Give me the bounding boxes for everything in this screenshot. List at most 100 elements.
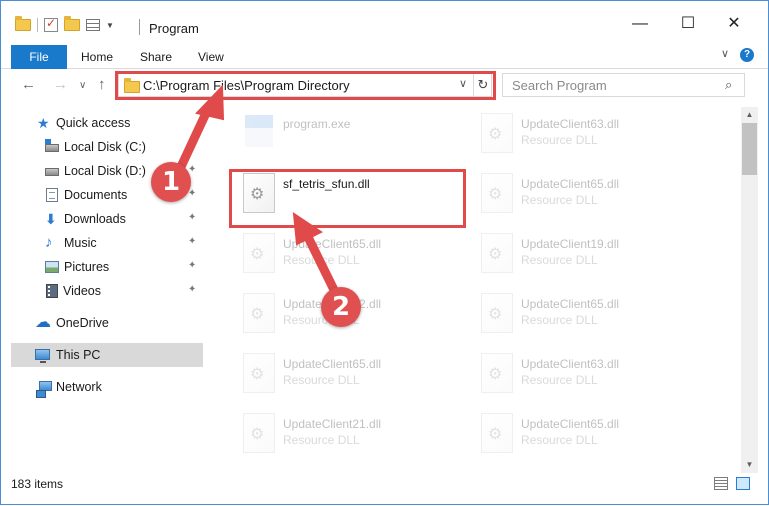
- tab-home[interactable]: Home: [81, 45, 113, 69]
- forward-arrow-icon[interactable]: →: [53, 76, 68, 93]
- sidebar-item-label: Downloads: [64, 212, 126, 226]
- title-bar: ▼ Program — ☐ ✕: [1, 1, 768, 41]
- title-separator: [139, 19, 140, 35]
- file-item[interactable]: UpdateClient65.dll Resource DLL: [233, 349, 473, 397]
- file-type: Resource DLL: [283, 373, 360, 387]
- pin-icon[interactable]: ✦: [188, 284, 196, 295]
- file-item[interactable]: UpdateClient65.dll Resource DLL: [471, 409, 711, 457]
- dll-file-icon: [481, 233, 513, 273]
- dll-file-icon: [243, 293, 275, 333]
- dll-file-icon: [481, 173, 513, 213]
- step-1-badge: 1: [151, 162, 191, 202]
- file-name: UpdateClient65.dll: [521, 417, 620, 431]
- sidebar-item-onedrive[interactable]: ☁ OneDrive: [1, 311, 206, 335]
- expand-ribbon-icon[interactable]: ∨: [721, 47, 729, 60]
- sidebar-item-label: Music: [64, 236, 97, 250]
- search-box[interactable]: Search Program ⌕: [502, 73, 745, 97]
- file-type: Resource DLL: [283, 433, 360, 447]
- sidebar-item-label: Local Disk (C:): [64, 140, 146, 154]
- sidebar-item-downloads[interactable]: ⬇ Downloads ✦: [1, 207, 206, 231]
- pictures-icon: [45, 261, 59, 273]
- sidebar-item-label: OneDrive: [56, 316, 109, 330]
- new-folder-icon[interactable]: [64, 16, 80, 31]
- file-item[interactable]: UpdateClient65.dll Resource DLL: [471, 289, 711, 337]
- file-type: Resource DLL: [521, 373, 598, 387]
- status-bar: 183 items: [1, 473, 768, 495]
- pin-icon[interactable]: ✦: [188, 212, 196, 223]
- dll-file-icon: [481, 413, 513, 453]
- pin-icon[interactable]: ✦: [188, 260, 196, 271]
- customize-view-icon[interactable]: [86, 19, 100, 31]
- sidebar-item-quick-access[interactable]: ★ Quick access: [1, 111, 206, 135]
- folder-icon: [15, 16, 31, 31]
- file-type: Resource DLL: [521, 433, 598, 447]
- file-explorer-window: ▼ Program — ☐ ✕ File Home Share View ∨ ?…: [0, 0, 769, 505]
- dll-file-icon: [481, 353, 513, 393]
- navigation-pane: ★ Quick access Local Disk (C:) ✦ Local D…: [1, 107, 206, 467]
- recent-locations-icon[interactable]: ∨: [79, 80, 86, 91]
- file-highlight: [229, 169, 466, 228]
- file-list: program.exe sf_tetris_sfun.dll UpdateCli…: [207, 107, 741, 467]
- vertical-scrollbar[interactable]: ▲ ▼: [741, 107, 758, 473]
- onedrive-icon: ☁: [35, 314, 51, 331]
- sidebar-item-pictures[interactable]: Pictures ✦: [1, 255, 206, 279]
- sidebar-item-videos[interactable]: Videos ✦: [1, 279, 206, 303]
- sidebar-item-label: Videos: [63, 284, 101, 298]
- this-pc-icon: [35, 349, 50, 363]
- file-item[interactable]: UpdateClient65.dll Resource DLL: [233, 229, 473, 277]
- sidebar-item-label: Pictures: [64, 260, 110, 274]
- sidebar-item-local-disk-c[interactable]: Local Disk (C:) ✦: [1, 135, 206, 159]
- sidebar-item-music[interactable]: ♪ Music ✦: [1, 231, 206, 255]
- properties-check-icon[interactable]: [44, 16, 58, 32]
- help-icon[interactable]: ?: [740, 48, 754, 62]
- videos-icon: [46, 284, 58, 298]
- sidebar-item-this-pc[interactable]: This PC: [11, 343, 203, 367]
- scrollbar-thumb[interactable]: [742, 123, 757, 175]
- file-item-program-exe[interactable]: program.exe: [233, 109, 473, 157]
- file-item[interactable]: UpdateClient63.dll Resource DLL: [471, 349, 711, 397]
- dll-file-icon: [243, 413, 275, 453]
- pin-icon[interactable]: ✦: [188, 140, 196, 151]
- back-arrow-icon[interactable]: ←: [21, 76, 36, 93]
- file-type: Resource DLL: [521, 253, 598, 267]
- scroll-down-icon[interactable]: ▼: [741, 457, 758, 473]
- ribbon-tabs: File Home Share View ∨ ?: [1, 42, 768, 69]
- file-item[interactable]: UpdateClient21.dll Resource DLL: [233, 409, 473, 457]
- music-icon: ♪: [45, 234, 53, 251]
- dll-file-icon: [481, 293, 513, 333]
- dll-file-icon: [481, 113, 513, 153]
- large-icons-view-icon[interactable]: [736, 477, 750, 490]
- file-name: UpdateClient63.dll: [521, 357, 620, 371]
- dll-file-icon: [243, 353, 275, 393]
- file-name: UpdateClient65.dll: [283, 357, 382, 371]
- file-type: Resource DLL: [283, 253, 360, 267]
- file-name: UpdateClient63.dll: [521, 117, 620, 131]
- tab-file[interactable]: File: [11, 45, 67, 69]
- scroll-up-icon[interactable]: ▲: [741, 107, 758, 123]
- network-icon: [36, 381, 52, 398]
- maximize-button[interactable]: ☐: [665, 9, 711, 39]
- step-2-badge: 2: [321, 287, 361, 327]
- pin-icon[interactable]: ✦: [188, 236, 196, 247]
- application-icon: [245, 115, 273, 147]
- file-item[interactable]: UpdateClient65.dll Resource DLL: [471, 169, 711, 217]
- close-button[interactable]: ✕: [711, 9, 757, 39]
- drive-icon: [45, 168, 59, 176]
- up-arrow-icon[interactable]: ↑: [98, 76, 106, 93]
- star-icon: ★: [37, 115, 50, 131]
- toolbar-dropdown-icon[interactable]: ▼: [106, 21, 114, 30]
- window-title: Program: [149, 21, 199, 36]
- details-view-icon[interactable]: [714, 477, 728, 490]
- tab-view[interactable]: View: [198, 45, 224, 69]
- sidebar-item-network[interactable]: Network: [1, 375, 206, 399]
- tab-share[interactable]: Share: [140, 45, 172, 69]
- sidebar-item-label: This PC: [56, 348, 101, 362]
- search-icon[interactable]: ⌕: [725, 77, 732, 93]
- sidebar-item-label: Quick access: [56, 116, 131, 130]
- search-input[interactable]: Search Program: [512, 78, 607, 93]
- file-item[interactable]: UpdateClient63.dll Resource DLL: [471, 109, 711, 157]
- file-item[interactable]: UpdateClient19.dll Resource DLL: [471, 229, 711, 277]
- minimize-button[interactable]: —: [617, 9, 663, 39]
- file-name: UpdateClient65.dll: [283, 237, 382, 251]
- file-type: Resource DLL: [521, 133, 598, 147]
